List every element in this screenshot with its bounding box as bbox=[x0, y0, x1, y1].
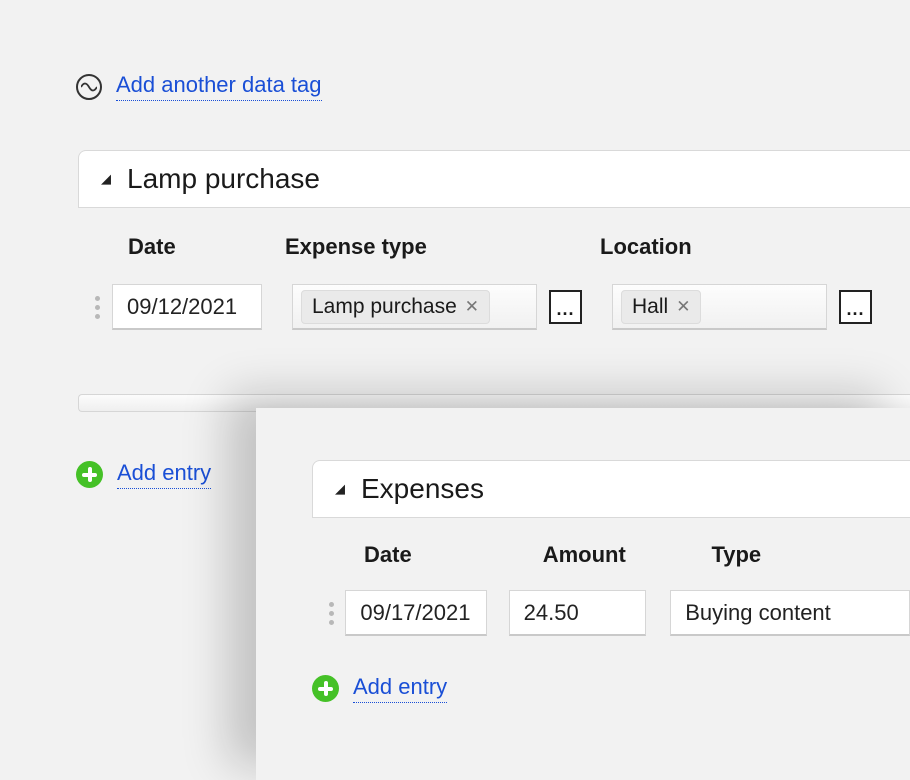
location-picker-button[interactable]: ... bbox=[839, 290, 872, 324]
panel1-columns: Date Expense type Location bbox=[78, 208, 910, 284]
add-data-tag-link[interactable]: Add another data tag bbox=[76, 72, 322, 101]
add-entry-label: Add entry bbox=[353, 674, 447, 703]
drag-handle-icon[interactable] bbox=[318, 602, 345, 625]
add-entry-label: Add entry bbox=[117, 460, 211, 489]
add-entry-link[interactable]: Add entry bbox=[312, 674, 910, 703]
add-entry-link[interactable]: Add entry bbox=[76, 460, 211, 489]
caret-down-icon: ◢ bbox=[101, 171, 111, 187]
panel1-row: 09/12/2021 Lamp purchase ✕ ... Hall ✕ ..… bbox=[78, 284, 910, 330]
panel2-title: Expenses bbox=[361, 473, 484, 505]
panel1-title: Lamp purchase bbox=[127, 163, 320, 195]
panel-lamp-purchase: ◢ Lamp purchase Date Expense type Locati… bbox=[78, 150, 910, 330]
plus-icon bbox=[76, 461, 103, 488]
expense-type-tagbox[interactable]: Lamp purchase ✕ bbox=[292, 284, 537, 330]
wave-icon bbox=[76, 74, 102, 100]
caret-down-icon: ◢ bbox=[335, 481, 345, 497]
col-header-expense-type: Expense type bbox=[285, 234, 600, 260]
panel-expenses: ◢ Expenses Date Amount Type 09/17/2021 2… bbox=[256, 408, 910, 780]
panel1-header[interactable]: ◢ Lamp purchase bbox=[78, 150, 910, 208]
col-header-type: Type bbox=[711, 542, 910, 568]
date-input[interactable]: 09/17/2021 bbox=[345, 590, 486, 636]
add-data-tag-label: Add another data tag bbox=[116, 72, 322, 101]
location-chip: Hall ✕ bbox=[621, 290, 701, 324]
close-icon[interactable]: ✕ bbox=[465, 297, 479, 317]
expense-type-picker-button[interactable]: ... bbox=[549, 290, 582, 324]
panel2-columns: Date Amount Type bbox=[256, 518, 910, 590]
amount-input[interactable]: 24.50 bbox=[509, 590, 647, 636]
chip-label: Hall bbox=[632, 295, 668, 319]
col-header-date: Date bbox=[128, 234, 285, 260]
plus-icon bbox=[312, 675, 339, 702]
location-tagbox[interactable]: Hall ✕ bbox=[612, 284, 827, 330]
close-icon[interactable]: ✕ bbox=[676, 297, 690, 317]
expense-type-chip: Lamp purchase ✕ bbox=[301, 290, 490, 324]
col-header-amount: Amount bbox=[543, 542, 712, 568]
panel2-row: 09/17/2021 24.50 Buying content bbox=[256, 590, 910, 636]
col-header-location: Location bbox=[600, 234, 860, 260]
chip-label: Lamp purchase bbox=[312, 295, 457, 319]
drag-handle-icon[interactable] bbox=[82, 296, 112, 319]
type-input[interactable]: Buying content bbox=[670, 590, 910, 636]
panel2-header[interactable]: ◢ Expenses bbox=[312, 460, 910, 518]
col-header-date: Date bbox=[364, 542, 543, 568]
date-input[interactable]: 09/12/2021 bbox=[112, 284, 262, 330]
